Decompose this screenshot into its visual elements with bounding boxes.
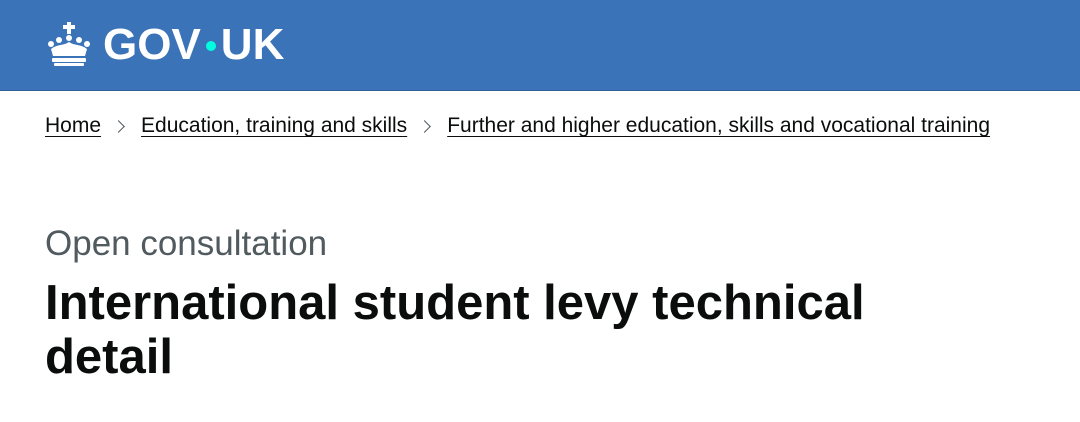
page-title: International student levy technical det… (45, 276, 865, 384)
breadcrumb-education-training-skills[interactable]: Education, training and skills (141, 114, 407, 138)
logo-dot (205, 41, 216, 51)
govuk-wordmark: GOV UK (103, 23, 284, 67)
chevron-right-icon (418, 119, 432, 133)
breadcrumb: Home Education, training and skills Furt… (45, 114, 990, 138)
breadcrumb-further-higher-education[interactable]: Further and higher education, skills and… (447, 114, 990, 138)
crown-icon (48, 22, 90, 66)
logo-text-gov: GOV (103, 20, 201, 69)
page-caption: Open consultation (45, 224, 328, 263)
chevron-right-icon (112, 119, 125, 133)
logo-text-uk: UK (220, 20, 285, 69)
govuk-logo-link[interactable]: GOV UK (45, 20, 284, 70)
breadcrumb-home[interactable]: Home (45, 114, 101, 138)
site-header: GOV UK (0, 0, 1080, 91)
